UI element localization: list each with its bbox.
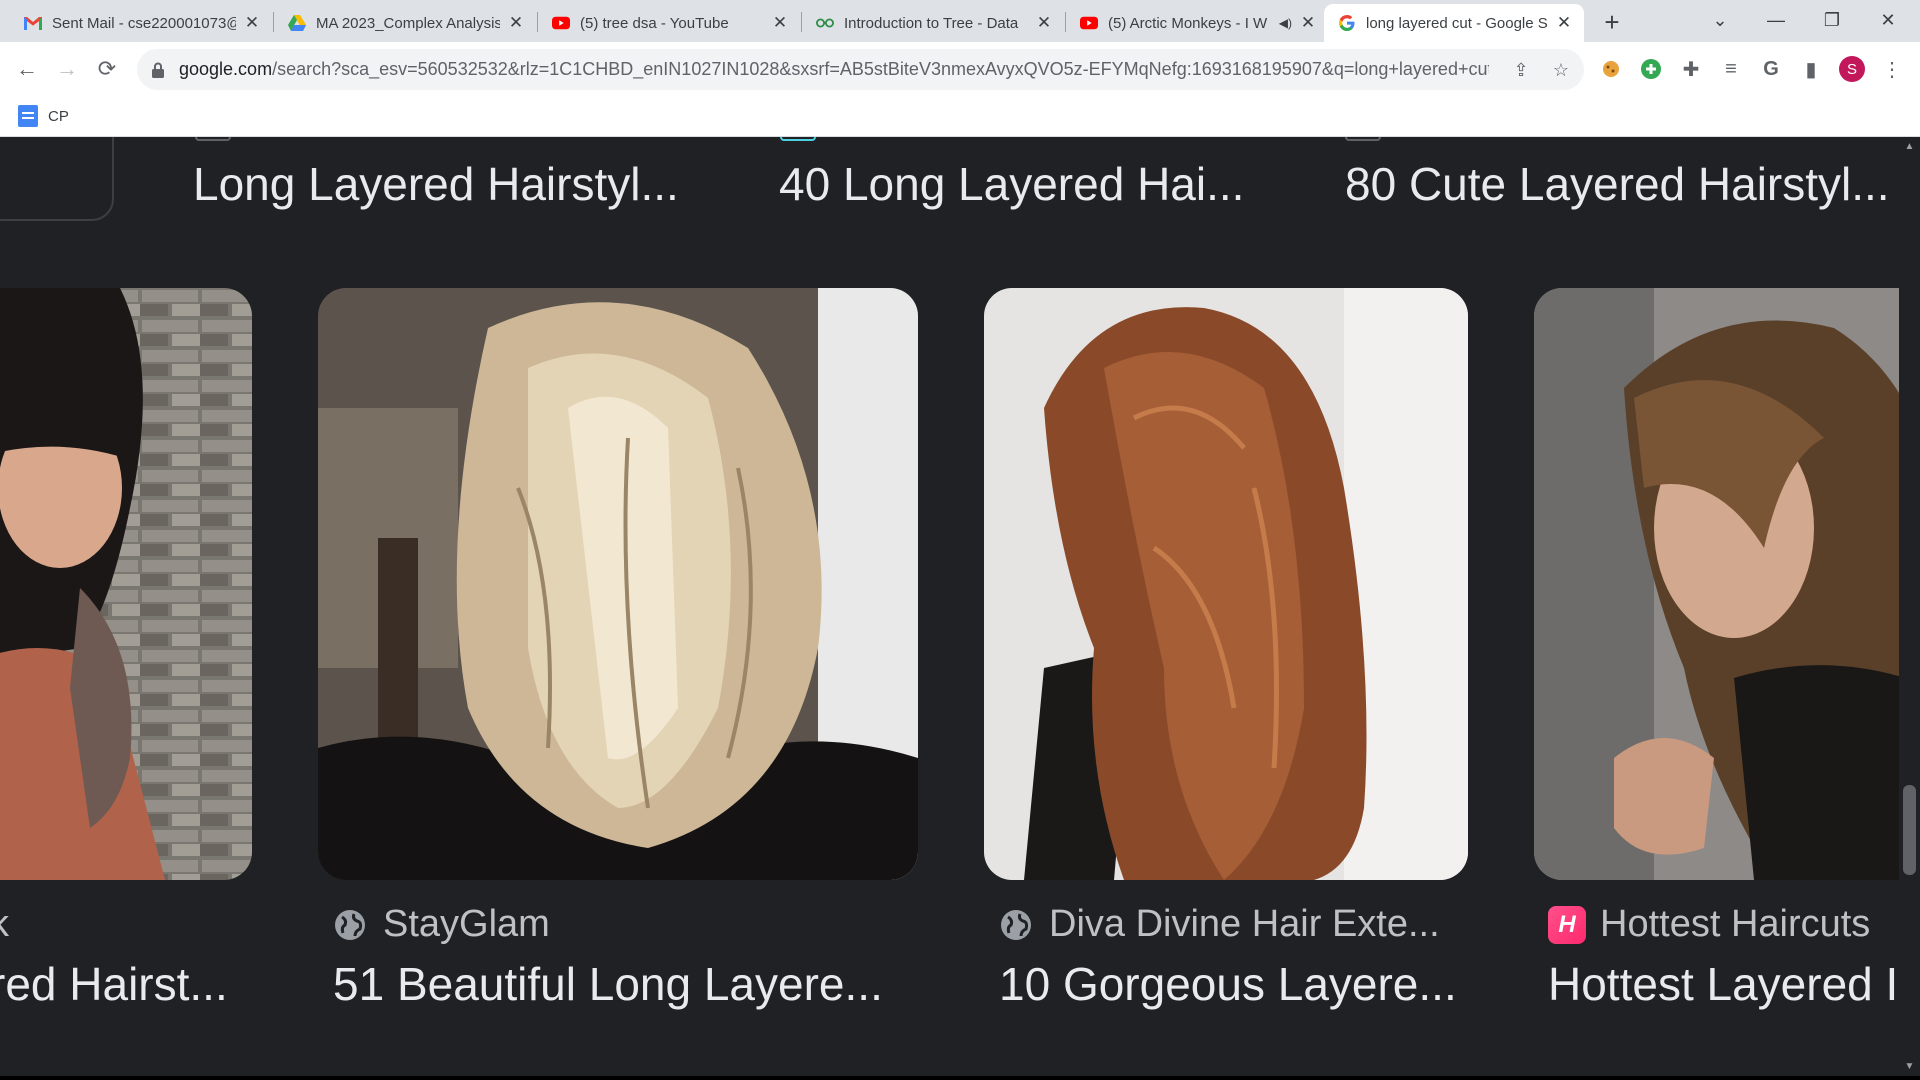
scrollbar-thumb[interactable] [1903,785,1916,875]
google-drive-icon [288,14,306,32]
menu-kebab-icon[interactable]: ⋮ [1878,55,1906,83]
result-image-card[interactable] [0,288,252,880]
result-source-name: StayGlam [383,903,550,945]
curtain-bangs-hair-image [1534,288,1899,880]
image-results-grid: Long Layered Hairstyl... 40 Long Layered… [0,137,1899,1080]
youtube-icon [1080,14,1098,32]
auburn-layered-hair-image [984,288,1468,880]
close-icon[interactable]: ✕ [1034,13,1054,33]
tab-title: Sent Mail - cse220001073@ [52,14,236,32]
result-image-card[interactable] [1534,288,1899,880]
result-title-link[interactable]: red Hairst... [0,957,228,1011]
result-source[interactable]: H Hottest Haircuts [1548,903,1870,946]
tab-strip: Sent Mail - cse220001073@ ✕ MA 2023_Comp… [0,0,1920,42]
globe-icon [999,908,1033,942]
blonde-layered-hair-image [318,288,918,880]
result-title-link[interactable]: Hottest Layered I [1548,957,1898,1011]
result-source-icon [1345,137,1381,141]
tab-geeksforgeeks[interactable]: Introduction to Tree - Data ✕ [802,4,1064,42]
result-source[interactable]: k [0,903,9,946]
close-icon[interactable]: ✕ [770,13,790,33]
restore-button[interactable]: ❐ [1804,0,1860,40]
media-control-icon[interactable]: ≡ [1717,55,1745,83]
minimize-button[interactable]: — [1748,0,1804,40]
close-icon[interactable]: ✕ [242,13,262,33]
result-source[interactable]: Diva Divine Hair Exte... [999,903,1440,946]
extension-cookie-icon[interactable] [1597,55,1625,83]
tab-title: MA 2023_Complex Analysis [316,14,500,32]
page-scrollbar[interactable] [1899,137,1920,1080]
result-source-name: Diva Divine Hair Exte... [1049,903,1440,945]
google-docs-icon [18,105,38,127]
result-source-name: k [0,903,9,946]
tab-title: (5) Arctic Monkeys - I W [1108,14,1268,32]
extension-plus-icon[interactable] [1637,55,1665,83]
back-button[interactable]: ← [10,52,44,86]
result-image-card[interactable] [984,288,1468,880]
tab-google-drive[interactable]: MA 2023_Complex Analysis ✕ [274,4,536,42]
woman-with-bangs-image [0,288,252,880]
hottest-haircuts-logo-icon: H [1548,905,1586,944]
geeksforgeeks-icon [816,14,834,32]
result-title-link[interactable]: 51 Beautiful Long Layere... [333,957,883,1011]
scroll-down-arrow-icon[interactable]: ▼ [1899,1058,1920,1074]
profile-initial: S [1839,56,1865,82]
tab-google-search-active[interactable]: long layered cut - Google S ✕ [1324,4,1584,42]
result-image-card[interactable] [318,288,918,880]
result-title-link[interactable]: 80 Cute Layered Hairstyl... [1345,157,1890,211]
bottom-edge [0,1076,1920,1080]
close-icon[interactable]: ✕ [1554,13,1574,33]
tab-youtube-tree-dsa[interactable]: (5) tree dsa - YouTube ✕ [538,4,800,42]
gmail-icon [24,14,42,32]
address-bar[interactable]: google.com/search?sca_esv=560532532&rlz=… [137,49,1584,90]
grammarly-g-icon[interactable]: G [1757,55,1785,83]
extensions-puzzle-icon[interactable]: ✚ [1677,55,1705,83]
result-title-link[interactable]: 40 Long Layered Hai... [779,157,1244,211]
new-tab-button[interactable]: + [1597,7,1627,37]
tab-title: Introduction to Tree - Data [844,14,1019,32]
google-icon [1338,14,1356,32]
profile-avatar[interactable]: S [1838,55,1866,83]
result-source-icon [780,137,816,141]
result-title-link[interactable]: 10 Gorgeous Layere... [999,957,1457,1011]
result-source-name: Hottest Haircuts [1600,903,1871,945]
url-text: google.com/search?sca_esv=560532532&rlz=… [179,59,1489,80]
tab-youtube-arctic-monkeys[interactable]: (5) Arctic Monkeys - I W ◀) ✕ [1066,4,1328,42]
result-source[interactable]: StayGlam [333,903,550,946]
result-title-link[interactable]: Long Layered Hairstyl... [193,157,679,211]
url-host: google.com [179,59,273,79]
forward-button[interactable]: → [50,52,84,86]
globe-icon [333,908,367,942]
url-path: /search?sca_esv=560532532&rlz=1C1CHBD_en… [272,59,1489,79]
bookmarks-bar: CP [0,97,1920,137]
side-panel-icon[interactable]: ▮ [1797,55,1825,83]
tab-search-icon[interactable]: ⌄ [1692,0,1748,40]
tab-gmail[interactable]: Sent Mail - cse220001073@ ✕ [10,4,272,42]
close-window-button[interactable]: ✕ [1860,0,1916,40]
scroll-up-arrow-icon[interactable]: ▲ [1899,138,1920,154]
reload-button[interactable]: ⟳ [90,52,124,86]
close-icon[interactable]: ✕ [1298,13,1318,33]
youtube-icon [552,14,570,32]
share-icon[interactable]: ⇪ [1510,59,1532,81]
audio-playing-icon[interactable]: ◀) [1279,16,1292,30]
previous-result-card-frame [0,137,114,221]
bookmark-star-icon[interactable]: ☆ [1550,59,1572,81]
browser-toolbar: ← → ⟳ google.com/search?sca_esv=56053253… [0,42,1920,97]
tab-title: long layered cut - Google S [1366,14,1548,32]
result-source-icon [195,137,231,141]
tab-title: (5) tree dsa - YouTube [580,14,729,32]
close-icon[interactable]: ✕ [506,13,526,33]
lock-icon[interactable] [151,62,167,78]
bookmark-label: CP [48,107,69,125]
bookmark-cp[interactable]: CP [18,105,69,127]
